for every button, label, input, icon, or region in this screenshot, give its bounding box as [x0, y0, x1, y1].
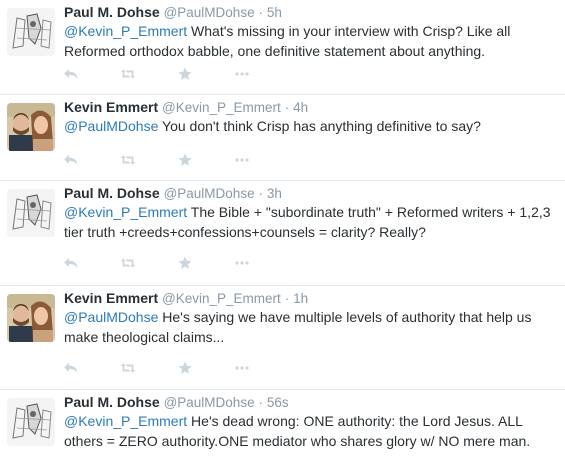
author-name[interactable]: Paul M. Dohse — [64, 4, 160, 20]
mention-link[interactable]: @Kevin_P_Emmert — [64, 413, 187, 429]
favorite-icon[interactable] — [178, 153, 192, 167]
avatar[interactable] — [7, 8, 55, 56]
reply-icon[interactable] — [64, 67, 78, 81]
author-name[interactable]: Kevin Emmert — [64, 99, 158, 115]
author-handle[interactable]: @Kevin_P_Emmert — [162, 100, 281, 115]
tweet[interactable]: Paul M. Dohse @PaulMDohse · 56s @Kevin_P… — [0, 390, 565, 469]
tweet-header: Paul M. Dohse @PaulMDohse · 5h — [64, 4, 282, 20]
tweet-header: Kevin Emmert @Kevin_P_Emmert · 1h — [64, 290, 308, 306]
reply-icon[interactable] — [64, 256, 78, 270]
tweet-header: Paul M. Dohse @PaulMDohse · 3h — [64, 185, 282, 201]
tweet[interactable]: Paul M. Dohse @PaulMDohse · 3h @Kevin_P_… — [0, 181, 565, 286]
timestamp[interactable]: 4h — [293, 100, 308, 115]
mention-link[interactable]: @Kevin_P_Emmert — [64, 204, 187, 220]
tweet-feed: Paul M. Dohse @PaulMDohse · 5h @Kevin_P_… — [0, 0, 565, 469]
avatar[interactable] — [7, 103, 55, 151]
tweet-actions — [64, 256, 292, 270]
author-name[interactable]: Paul M. Dohse — [64, 185, 160, 201]
tweet-actions — [64, 67, 292, 81]
tweet-body: You don't think Crisp has anything defin… — [158, 118, 481, 134]
favorite-icon[interactable] — [178, 67, 192, 81]
more-icon[interactable] — [235, 67, 249, 81]
tweet[interactable]: Kevin Emmert @Kevin_P_Emmert · 1h @PaulM… — [0, 286, 565, 390]
retweet-icon[interactable] — [121, 361, 135, 375]
separator: · — [284, 291, 290, 306]
mention-link[interactable]: @PaulMDohse — [64, 309, 158, 325]
separator: · — [258, 395, 263, 410]
reply-icon[interactable] — [64, 361, 78, 375]
favorite-icon[interactable] — [178, 361, 192, 375]
timestamp[interactable]: 3h — [267, 186, 282, 201]
timestamp[interactable]: 56s — [267, 395, 289, 410]
retweet-icon[interactable] — [121, 67, 135, 81]
author-handle[interactable]: @Kevin_P_Emmert — [162, 291, 281, 306]
avatar[interactable] — [7, 294, 55, 342]
reply-icon[interactable] — [64, 153, 78, 167]
tweet-header: Kevin Emmert @Kevin_P_Emmert · 4h — [64, 99, 308, 115]
retweet-icon[interactable] — [121, 153, 135, 167]
tweet-text: @PaulMDohse He's saying we have multiple… — [64, 308, 554, 347]
avatar[interactable] — [7, 398, 55, 446]
more-icon[interactable] — [235, 153, 249, 167]
author-handle[interactable]: @PaulMDohse — [164, 395, 255, 410]
tweet-text: @Kevin_P_Emmert What's missing in your i… — [64, 22, 554, 61]
tweet-text: @Kevin_P_Emmert He's dead wrong: ONE aut… — [64, 412, 554, 451]
timestamp[interactable]: 1h — [293, 291, 308, 306]
retweet-icon[interactable] — [121, 256, 135, 270]
mention-link[interactable]: @PaulMDohse — [64, 118, 158, 134]
favorite-icon[interactable] — [178, 256, 192, 270]
tweet-text: @PaulMDohse You don't think Crisp has an… — [64, 117, 554, 137]
tweet-header: Paul M. Dohse @PaulMDohse · 56s — [64, 394, 289, 410]
author-name[interactable]: Kevin Emmert — [64, 290, 158, 306]
timestamp[interactable]: 5h — [267, 5, 282, 20]
more-icon[interactable] — [235, 361, 249, 375]
tweet[interactable]: Kevin Emmert @Kevin_P_Emmert · 4h @PaulM… — [0, 95, 565, 181]
author-handle[interactable]: @PaulMDohse — [164, 5, 255, 20]
separator: · — [258, 186, 263, 201]
tweet-actions — [64, 361, 292, 375]
tweet[interactable]: Paul M. Dohse @PaulMDohse · 5h @Kevin_P_… — [0, 0, 565, 95]
tweet-text: @Kevin_P_Emmert The Bible + "subordinate… — [64, 203, 554, 242]
separator: · — [258, 5, 263, 20]
separator: · — [284, 100, 290, 115]
author-handle[interactable]: @PaulMDohse — [164, 186, 255, 201]
more-icon[interactable] — [235, 256, 249, 270]
avatar[interactable] — [7, 189, 55, 237]
tweet-actions — [64, 153, 292, 167]
mention-link[interactable]: @Kevin_P_Emmert — [64, 23, 187, 39]
author-name[interactable]: Paul M. Dohse — [64, 394, 160, 410]
